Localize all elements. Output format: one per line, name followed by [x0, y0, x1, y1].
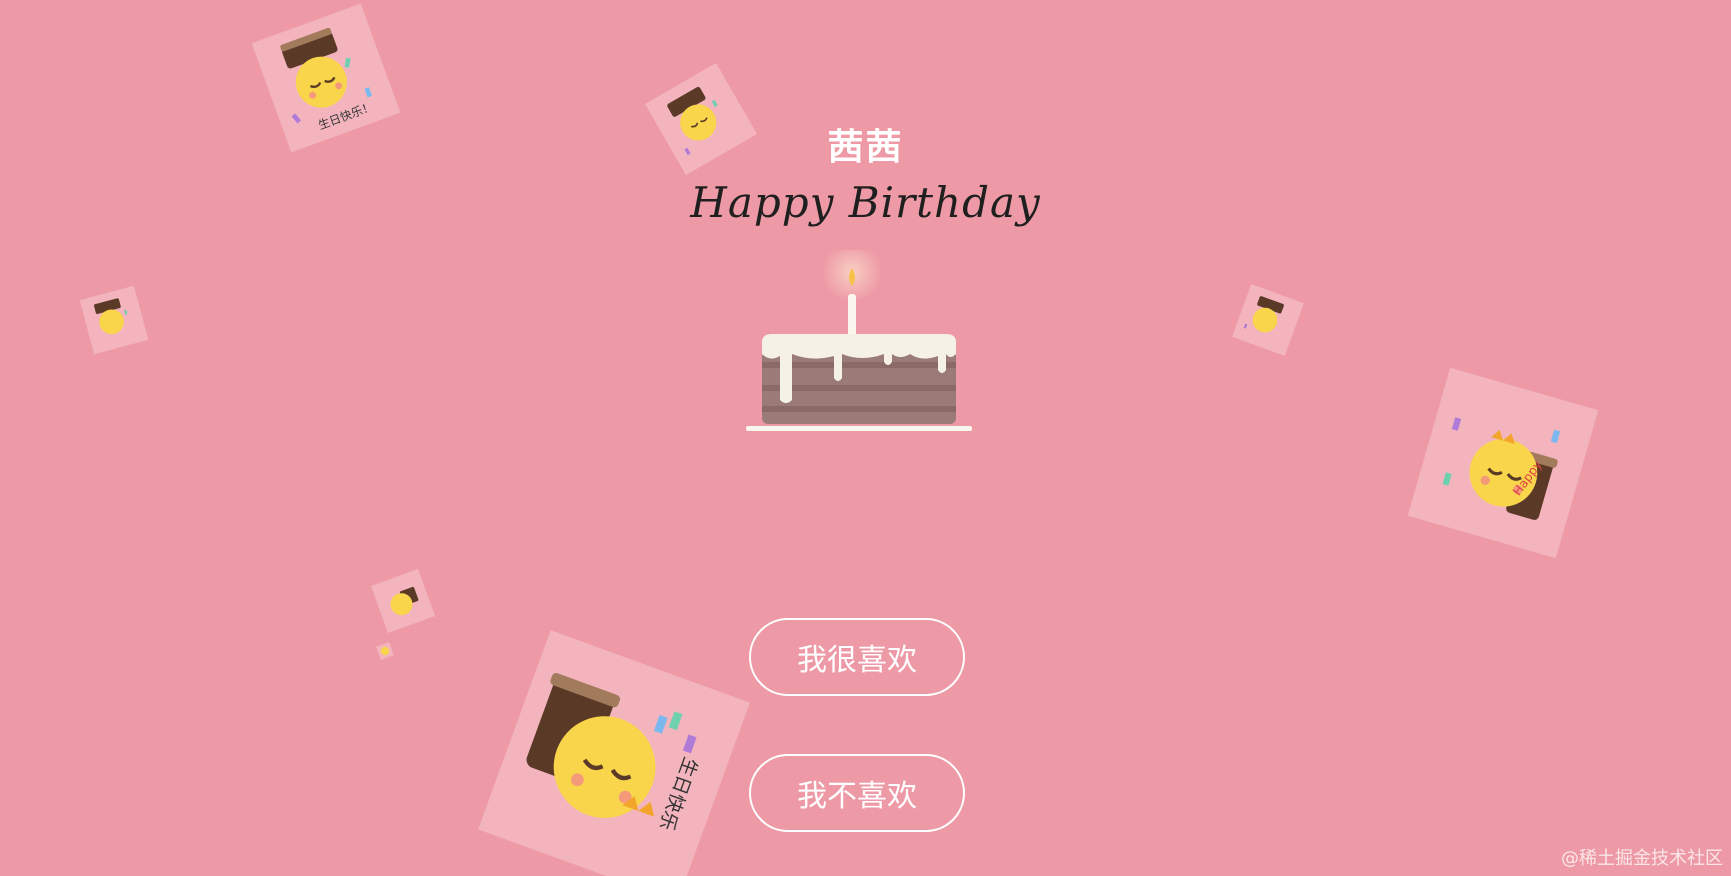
birthday-cake-icon: [742, 242, 974, 435]
birthday-sticker: [376, 642, 394, 660]
like-button[interactable]: 我很喜欢: [749, 618, 965, 696]
birthday-sticker: [1232, 284, 1304, 356]
svg-text:生日快乐: 生日快乐: [655, 754, 702, 833]
candle-icon: [848, 294, 856, 338]
dislike-button[interactable]: 我不喜欢: [749, 754, 965, 832]
birthday-sticker: [370, 568, 436, 634]
birthday-page: 生日快乐！ Happy 生日快乐 茜茜 Happy Birthday 我很喜欢 …: [0, 0, 1731, 876]
birthday-sticker: [79, 285, 149, 355]
watermark: @稀土掘金技术社区: [1561, 848, 1723, 869]
birthday-sticker: 生日快乐: [478, 630, 750, 876]
birthday-greeting: Happy Birthday: [690, 178, 1041, 227]
birthday-sticker: Happy: [1407, 367, 1599, 559]
celebrant-name: 茜茜: [827, 126, 904, 168]
